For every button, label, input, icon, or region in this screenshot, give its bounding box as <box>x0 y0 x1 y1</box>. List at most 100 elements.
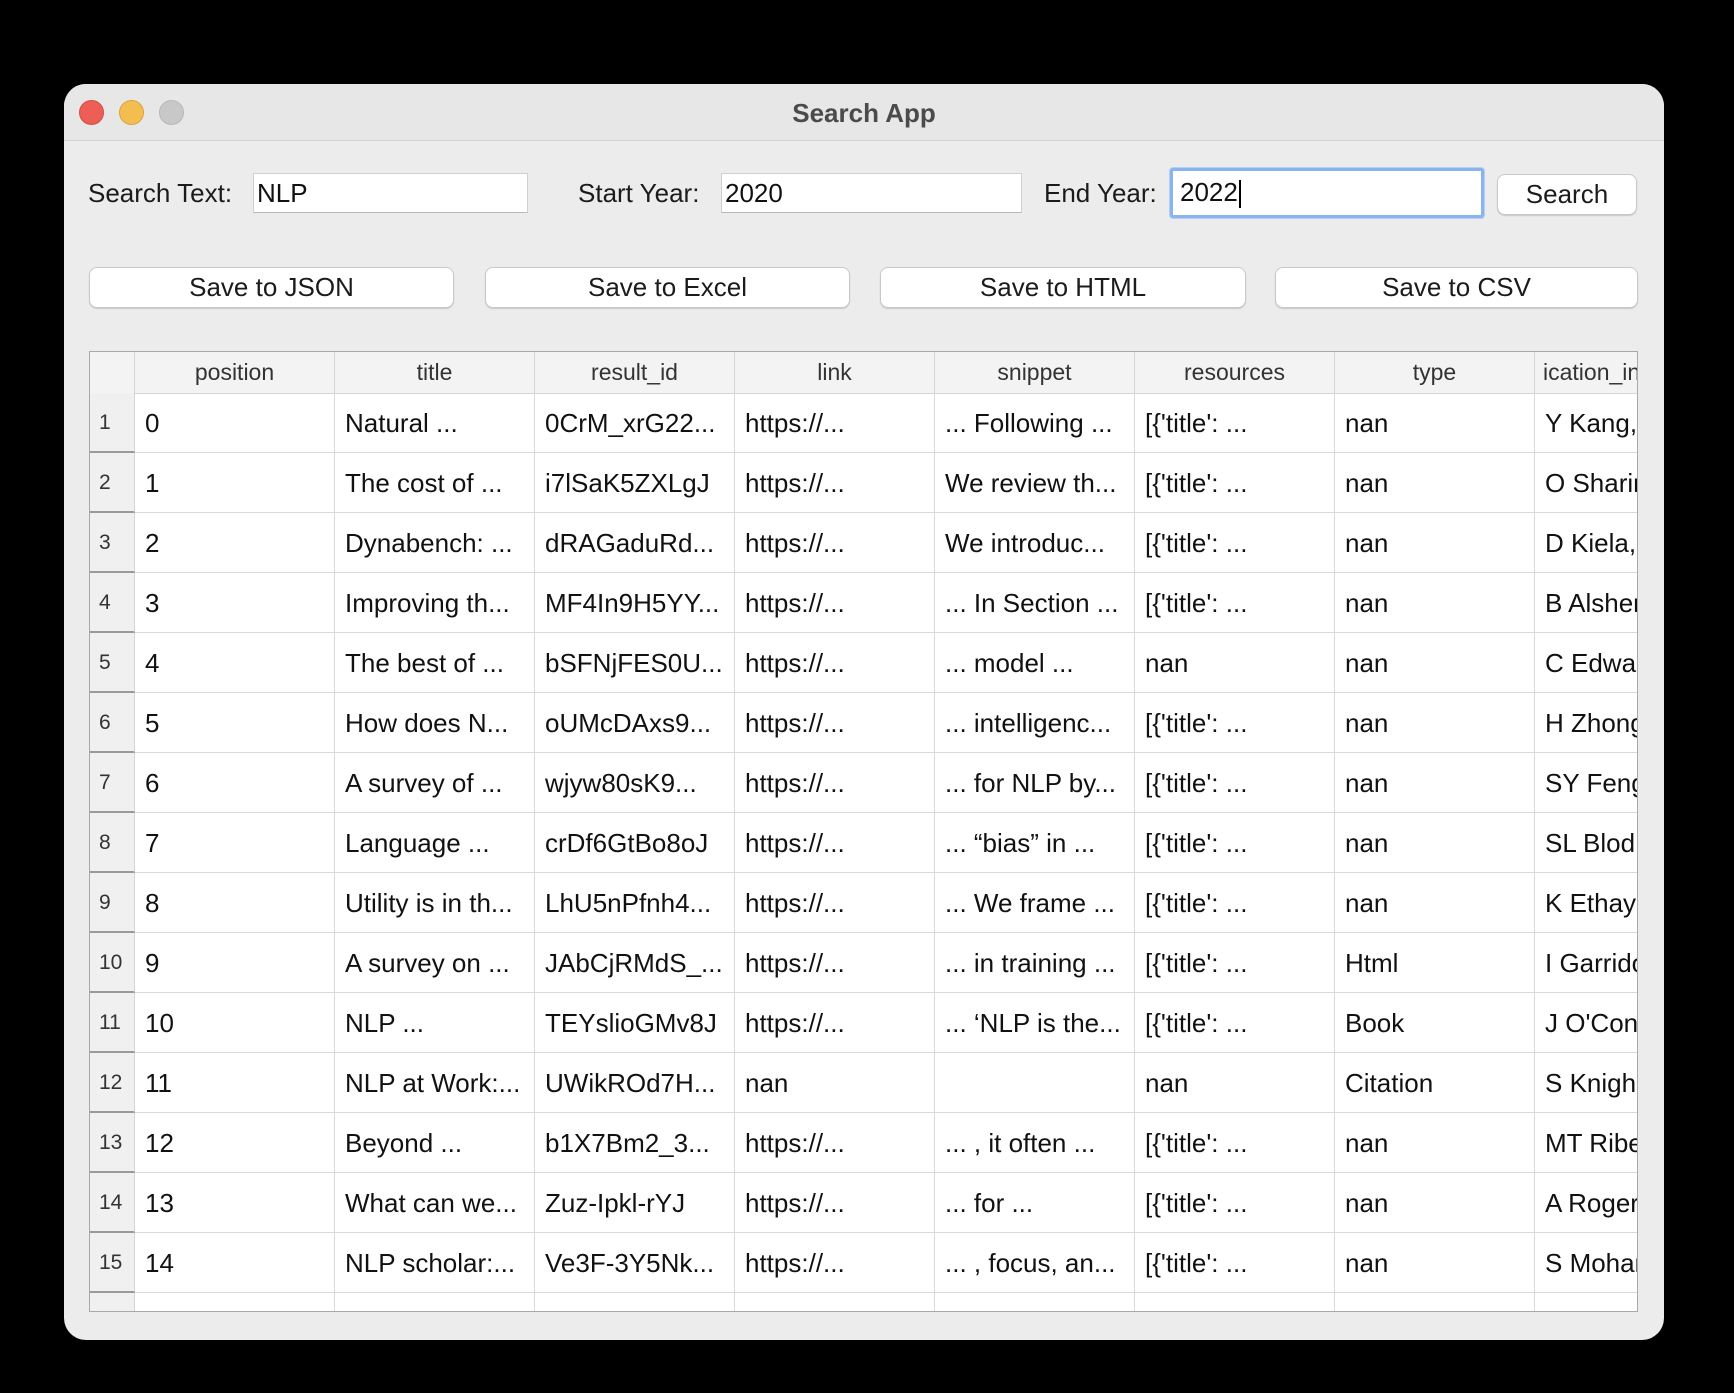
cell-link[interactable]: https://... <box>735 453 935 513</box>
cell-link[interactable]: https://... <box>735 813 935 873</box>
cell-position[interactable]: 4 <box>135 633 335 693</box>
cell-link[interactable]: https://... <box>735 873 935 933</box>
cell-link[interactable]: https://... <box>735 633 935 693</box>
cell-title[interactable]: Improving th... <box>335 573 535 633</box>
cell-link[interactable]: https://... <box>735 693 935 753</box>
cell-type[interactable]: nan <box>1335 1293 1535 1311</box>
cell-position[interactable]: 10 <box>135 993 335 1053</box>
cell-snippet[interactable]: ... In Section ... <box>935 573 1135 633</box>
table-row[interactable]: 15 14 NLP scholar:... Ve3F-3Y5Nk... https://… <box>90 1233 1637 1293</box>
cell-type[interactable]: nan <box>1335 1113 1535 1173</box>
cell-type[interactable]: nan <box>1335 753 1535 813</box>
cell-result-id[interactable]: MF4In9H5YY... <box>535 573 735 633</box>
cell-link[interactable]: https://... <box>735 1293 935 1311</box>
cell-link[interactable]: https://... <box>735 573 935 633</box>
cell-publication-info[interactable]: I Garrido <box>1535 933 1637 993</box>
cell-title[interactable]: Beyond ... <box>335 1113 535 1173</box>
cell-type[interactable]: nan <box>1335 1173 1535 1233</box>
cell-link[interactable]: https://... <box>735 933 935 993</box>
cell-title[interactable]: Utility is in th... <box>335 873 535 933</box>
table-row[interactable]: 3 2 Dynabench: ... dRAGaduRd... https://... W… <box>90 513 1637 573</box>
cell-publication-info[interactable]: MT Ribe <box>1535 1113 1637 1173</box>
table-row[interactable]: 5 4 The best of ... bSFNjFES0U... https://..… <box>90 633 1637 693</box>
cell-type[interactable]: nan <box>1335 1233 1535 1293</box>
cell-resources[interactable]: [{'title': ... <box>1135 873 1335 933</box>
cell-resources[interactable]: [{'title': ... <box>1135 513 1335 573</box>
cell-link[interactable]: https://... <box>735 1113 935 1173</box>
cell-type[interactable]: nan <box>1335 693 1535 753</box>
end-year-input[interactable]: 2022 <box>1170 168 1484 218</box>
cell-title[interactable]: A ... <box>335 1293 535 1311</box>
cell-publication-info[interactable]: H Zhong <box>1535 693 1637 753</box>
column-header-publication-info[interactable]: ication_in <box>1535 352 1637 393</box>
cell-snippet[interactable]: ... ... <box>935 1293 1135 1311</box>
table-row[interactable]: 9 8 Utility is in th... LhU5nPfnh4... https:… <box>90 873 1637 933</box>
cell-link[interactable]: https://... <box>735 393 935 453</box>
cell-snippet[interactable]: ... model ... <box>935 633 1135 693</box>
cell-result-id[interactable]: i7lSaK5ZXLgJ <box>535 453 735 513</box>
results-table[interactable]: position title result_id link snippet resourc… <box>89 351 1638 1312</box>
cell-title[interactable]: NLP scholar:... <box>335 1233 535 1293</box>
save-excel-button[interactable]: Save to Excel <box>485 267 850 308</box>
cell-position[interactable]: 5 <box>135 693 335 753</box>
table-row[interactable]: 14 13 What can we... Zuz-Ipkl-rYJ https://..… <box>90 1173 1637 1233</box>
cell-resources[interactable]: nan <box>1135 633 1335 693</box>
start-year-input[interactable]: 2020 <box>721 173 1022 213</box>
table-row[interactable]: 10 9 A survey on ... JAbCjRMdS_... https://.… <box>90 933 1637 993</box>
cell-position[interactable]: 14 <box>135 1233 335 1293</box>
cell-position[interactable]: 8 <box>135 873 335 933</box>
cell-result-id[interactable]: dRAGaduRd... <box>535 513 735 573</box>
cell-resources[interactable]: [{'title': ... <box>1135 933 1335 993</box>
cell-title[interactable]: Dynabench: ... <box>335 513 535 573</box>
table-row[interactable]: 1 0 Natural ... 0CrM_xrG22... https://......… <box>90 393 1637 453</box>
cell-title[interactable]: What can we... <box>335 1173 535 1233</box>
cell-result-id[interactable]: Ve3F-3Y5Nk... <box>535 1233 735 1293</box>
column-header-title[interactable]: title <box>335 352 535 393</box>
table-row[interactable]: 76A survey of ... wjyw80sK9... https://...… <box>90 753 1637 813</box>
cell-snippet[interactable]: ... , focus, an... <box>935 1233 1135 1293</box>
table-row[interactable]: 8 7 Language ... crDf6GtBo8oJ https://......… <box>90 813 1637 873</box>
table-row[interactable]: 4 3 Improving th... MF4In9H5YY... https://..… <box>90 573 1637 633</box>
cell-result-id[interactable]: 0CrM_xrG22... <box>535 393 735 453</box>
cell-snippet[interactable]: ... intelligenc... <box>935 693 1135 753</box>
cell-publication-info[interactable]: S Knigh <box>1535 1053 1637 1113</box>
cell-publication-info[interactable]: Y Kang, <box>1535 393 1637 453</box>
cell-resources[interactable]: [{'title': ... <box>1135 1233 1335 1293</box>
cell-link[interactable]: https://... <box>735 1233 935 1293</box>
cell-resources[interactable]: [{'title': ... <box>1135 453 1335 513</box>
cell-resources[interactable]: [{'title': ... <box>1135 753 1335 813</box>
save-html-button[interactable]: Save to HTML <box>880 267 1246 308</box>
cell-title[interactable]: How does N... <box>335 693 535 753</box>
cell-link[interactable]: nan <box>735 1053 935 1113</box>
table-row[interactable]: 11 10 NLP ... TEYslioGMv8J https://...... ‘N… <box>90 993 1637 1053</box>
cell-resources[interactable]: [{'title': ... <box>1135 1113 1335 1173</box>
cell-type[interactable]: nan <box>1335 393 1535 453</box>
cell-position[interactable]: 12 <box>135 1113 335 1173</box>
cell-result-id[interactable]: JAbCjRMdS_... <box>535 933 735 993</box>
cell-type[interactable]: nan <box>1335 813 1535 873</box>
cell-resources[interactable]: nan <box>1135 1053 1335 1113</box>
cell-publication-info[interactable]: J O'Con <box>1535 993 1637 1053</box>
search-button[interactable]: Search <box>1497 174 1637 215</box>
cell-resources[interactable]: [{'title': ... <box>1135 813 1335 873</box>
cell-title[interactable]: Natural ... <box>335 393 535 453</box>
cell-snippet[interactable]: We review th... <box>935 453 1135 513</box>
table-row[interactable]: 13 12 Beyond ... b1X7Bm2_3... https://......… <box>90 1113 1637 1173</box>
search-text-input[interactable]: NLP <box>253 173 528 213</box>
cell-type[interactable]: Book <box>1335 993 1535 1053</box>
cell-position[interactable]: 0 <box>135 393 335 453</box>
cell-result-id[interactable]: TEYslioGMv8J <box>535 993 735 1053</box>
cell-position[interactable]: 11 <box>135 1053 335 1113</box>
cell-title[interactable]: Language ... <box>335 813 535 873</box>
cell-snippet[interactable]: ... , it often ... <box>935 1113 1135 1173</box>
cell-publication-info[interactable]: S Mohar <box>1535 1233 1637 1293</box>
cell-snippet[interactable]: ... Following ... <box>935 393 1135 453</box>
cell-publication-info[interactable]: B Alsher <box>1535 573 1637 633</box>
cell-result-id[interactable]: crDf6GtBo8oJ <box>535 813 735 873</box>
cell-result-id[interactable]: oUMcDAxs9... <box>535 693 735 753</box>
cell-result-id[interactable]: Zuz-Ipkl-rYJ <box>535 1173 735 1233</box>
cell-snippet[interactable]: ... for NLP by... <box>935 753 1135 813</box>
cell-position[interactable]: 2 <box>135 513 335 573</box>
cell-type[interactable]: nan <box>1335 873 1535 933</box>
cell-publication-info[interactable]: SL Blod <box>1535 813 1637 873</box>
